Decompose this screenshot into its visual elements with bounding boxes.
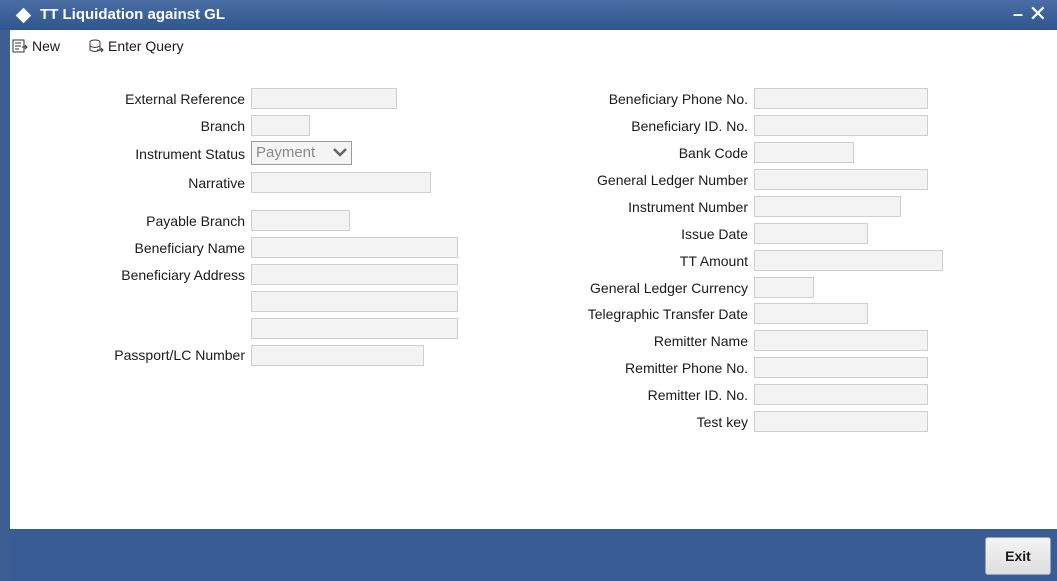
general-ledger-number-input[interactable] bbox=[754, 169, 928, 190]
beneficiary-address-label: Beneficiary Address bbox=[121, 267, 245, 283]
instrument-status-value: Payment bbox=[256, 144, 316, 161]
beneficiary-name-label: Beneficiary Name bbox=[134, 240, 246, 256]
remitter-phone-label: Remitter Phone No. bbox=[625, 360, 748, 376]
tt-liquidation-window: TT Liquidation against GL – ✕ New Enter … bbox=[0, 0, 1057, 581]
close-icon[interactable]: ✕ bbox=[1029, 1, 1047, 27]
telegraphic-transfer-date-label: Telegraphic Transfer Date bbox=[587, 306, 748, 322]
external-reference-input[interactable] bbox=[251, 88, 397, 109]
telegraphic-transfer-date-input[interactable] bbox=[754, 303, 868, 324]
window-title: TT Liquidation against GL bbox=[40, 6, 225, 23]
remitter-name-label: Remitter Name bbox=[653, 333, 748, 349]
narrative-input[interactable] bbox=[251, 172, 431, 193]
tt-amount-label: TT Amount bbox=[679, 253, 748, 269]
branch-label: Branch bbox=[200, 118, 245, 134]
issue-date-input[interactable] bbox=[754, 223, 868, 244]
tt-amount-input[interactable] bbox=[754, 250, 943, 271]
enter-query-button-label: Enter Query bbox=[108, 38, 184, 54]
remitter-id-input[interactable] bbox=[754, 384, 928, 405]
passport-lc-number-label: Passport/LC Number bbox=[114, 347, 245, 363]
enter-query-button[interactable]: Enter Query bbox=[88, 36, 183, 56]
bank-code-label: Bank Code bbox=[678, 145, 748, 161]
external-reference-label: External Reference bbox=[125, 91, 245, 107]
payable-branch-label: Payable Branch bbox=[146, 213, 245, 229]
payable-branch-input[interactable] bbox=[251, 210, 350, 231]
general-ledger-number-label: General Ledger Number bbox=[597, 172, 748, 188]
toolbar: New Enter Query bbox=[10, 30, 1057, 62]
enter-query-icon bbox=[89, 39, 104, 53]
beneficiary-phone-input[interactable] bbox=[754, 88, 928, 109]
passport-lc-number-input[interactable] bbox=[251, 345, 424, 366]
footer-bar: Exit bbox=[10, 529, 1057, 581]
instrument-status-label: Instrument Status bbox=[135, 146, 245, 162]
minimize-icon[interactable]: – bbox=[1013, 4, 1023, 25]
window-diamond-icon bbox=[15, 7, 32, 24]
new-button[interactable]: New bbox=[12, 36, 60, 56]
bank-code-input[interactable] bbox=[754, 142, 854, 163]
remitter-name-input[interactable] bbox=[754, 330, 928, 351]
new-document-icon bbox=[12, 39, 28, 53]
beneficiary-id-input[interactable] bbox=[754, 115, 928, 136]
title-bar: TT Liquidation against GL – ✕ bbox=[0, 0, 1057, 30]
instrument-number-label: Instrument Number bbox=[628, 199, 748, 215]
instrument-status-select[interactable]: Payment bbox=[251, 141, 352, 165]
beneficiary-address-line3-input[interactable] bbox=[251, 318, 458, 339]
instrument-number-input[interactable] bbox=[754, 196, 901, 217]
beneficiary-address-line1-input[interactable] bbox=[251, 264, 458, 285]
general-ledger-currency-input[interactable] bbox=[754, 277, 814, 298]
branch-input[interactable] bbox=[251, 115, 310, 136]
exit-button[interactable]: Exit bbox=[985, 537, 1051, 575]
beneficiary-phone-label: Beneficiary Phone No. bbox=[608, 91, 748, 107]
remitter-phone-input[interactable] bbox=[754, 357, 928, 378]
new-button-label: New bbox=[32, 38, 61, 54]
beneficiary-address-line2-input[interactable] bbox=[251, 291, 458, 312]
remitter-id-label: Remitter ID. No. bbox=[647, 387, 748, 403]
beneficiary-id-label: Beneficiary ID. No. bbox=[631, 118, 748, 134]
test-key-label: Test key bbox=[696, 414, 748, 430]
test-key-input[interactable] bbox=[754, 411, 928, 432]
narrative-label: Narrative bbox=[188, 175, 245, 191]
chevron-down-icon bbox=[333, 143, 347, 165]
issue-date-label: Issue Date bbox=[681, 226, 748, 242]
general-ledger-currency-label: General Ledger Currency bbox=[590, 280, 748, 296]
beneficiary-name-input[interactable] bbox=[251, 237, 458, 258]
